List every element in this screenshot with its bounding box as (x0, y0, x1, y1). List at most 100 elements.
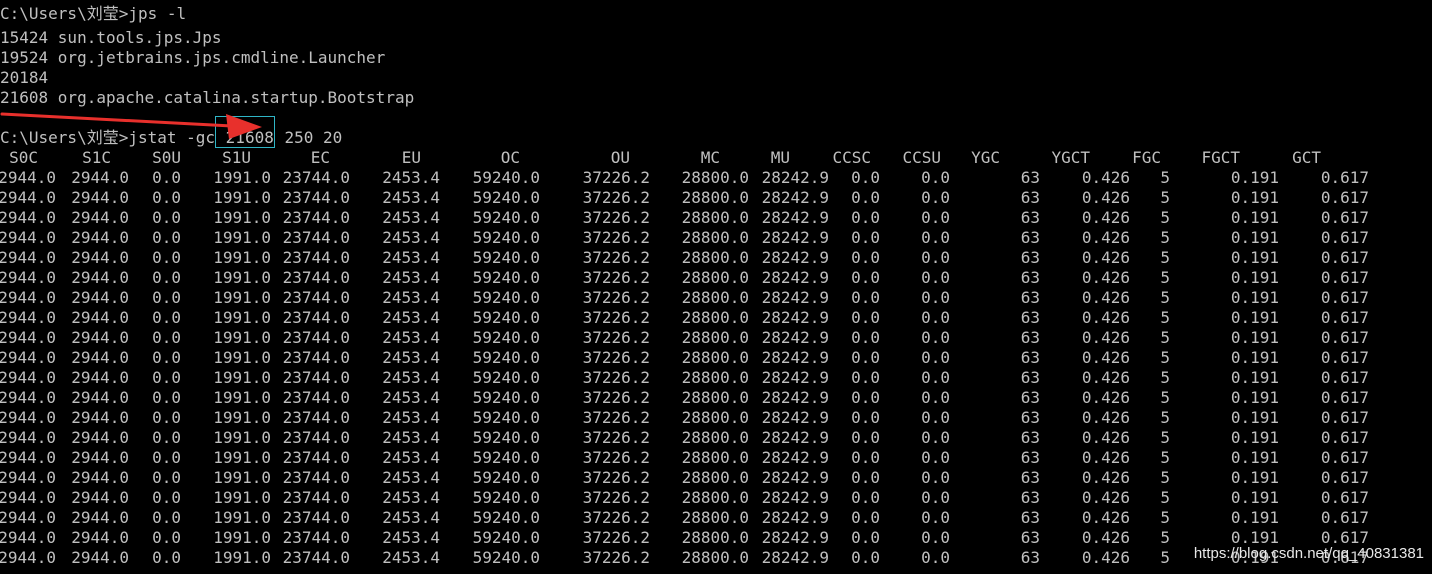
table-cell: 1991.0 (213, 308, 271, 327)
table-cell: 5 (1160, 228, 1170, 247)
table-cell: 23744.0 (282, 328, 350, 347)
table-cell: 28800.0 (681, 528, 749, 547)
table-cell: 2944.0 (71, 408, 129, 427)
table-cell: 23744.0 (282, 408, 350, 427)
table-cell: 37226.2 (582, 428, 650, 447)
table-cell: 63 (1020, 308, 1040, 327)
table-cell: 1991.0 (213, 508, 271, 527)
table-cell: 2944.0 (0, 508, 56, 527)
table-cell: 28242.9 (761, 188, 829, 207)
table-cell: 28800.0 (681, 208, 749, 227)
table-cell: 0.0 (851, 268, 880, 287)
table-cell: 0.426 (1081, 208, 1130, 227)
table-cell: 0.0 (921, 188, 950, 207)
table-cell: 2453.4 (382, 428, 440, 447)
table-cell: 0.426 (1081, 188, 1130, 207)
console-window[interactable]: C:\Users\刘莹>jps -l 15424 sun.tools.jps.J… (0, 0, 1432, 574)
table-cell: 28800.0 (681, 248, 749, 267)
table-cell: 63 (1020, 288, 1040, 307)
table-cell: 63 (1020, 328, 1040, 347)
table-cell: 5 (1160, 348, 1170, 367)
table-cell: 2944.0 (71, 308, 129, 327)
table-cell: 0.191 (1230, 368, 1279, 387)
table-cell: 28800.0 (681, 408, 749, 427)
table-cell: 0.191 (1230, 328, 1279, 347)
table-cell: 28800.0 (681, 388, 749, 407)
table-cell: 0.0 (921, 548, 950, 567)
table-cell: 59240.0 (472, 448, 540, 467)
table-cell: 0.617 (1320, 408, 1369, 427)
table-cell: 2453.4 (382, 268, 440, 287)
table-cell: 0.0 (851, 528, 880, 547)
table-cell: 2944.0 (71, 248, 129, 267)
table-cell: 59240.0 (472, 248, 540, 267)
table-cell: 59240.0 (472, 168, 540, 187)
table-cell: 37226.2 (582, 548, 650, 567)
table-cell: 37226.2 (582, 288, 650, 307)
table-cell: 1991.0 (213, 168, 271, 187)
table-cell: 2944.0 (71, 388, 129, 407)
table-cell: 2944.0 (0, 208, 56, 227)
table-cell: 28242.9 (761, 388, 829, 407)
table-cell: 0.426 (1081, 168, 1130, 187)
table-cell: 0.0 (851, 508, 880, 527)
table-cell: 0.426 (1081, 268, 1130, 287)
table-cell: 1991.0 (213, 328, 271, 347)
table-cell: 0.617 (1320, 468, 1369, 487)
table-cell: 0.0 (851, 248, 880, 267)
table-cell: 0.426 (1081, 348, 1130, 367)
table-cell: 1991.0 (213, 448, 271, 467)
table-cell: 23744.0 (282, 168, 350, 187)
table-cell: 28800.0 (681, 488, 749, 507)
column-header: GCT (1292, 148, 1321, 167)
table-cell: 0.617 (1320, 488, 1369, 507)
table-cell: 0.426 (1081, 308, 1130, 327)
table-cell: 59240.0 (472, 228, 540, 247)
table-cell: 37226.2 (582, 488, 650, 507)
table-row: 2944.0 2944.0 0.0 1991.0 23744.0 2453.4 59240.… (0, 468, 1432, 488)
table-cell: 2944.0 (0, 288, 56, 307)
table-cell: 0.191 (1230, 348, 1279, 367)
table-cell: 5 (1160, 248, 1170, 267)
column-header: CCSU (902, 148, 941, 167)
table-cell: 0.0 (152, 528, 181, 547)
table-cell: 23744.0 (282, 368, 350, 387)
table-cell: 63 (1020, 368, 1040, 387)
table-cell: 5 (1160, 448, 1170, 467)
table-cell: 2944.0 (71, 208, 129, 227)
table-cell: 1991.0 (213, 288, 271, 307)
table-cell: 2944.0 (71, 168, 129, 187)
table-cell: 59240.0 (472, 528, 540, 547)
table-cell: 0.191 (1230, 188, 1279, 207)
table-cell: 2453.4 (382, 488, 440, 507)
table-cell: 1991.0 (213, 488, 271, 507)
table-cell: 0.0 (152, 388, 181, 407)
table-cell: 0.191 (1230, 228, 1279, 247)
table-cell: 0.0 (152, 408, 181, 427)
table-cell: 23744.0 (282, 348, 350, 367)
table-cell: 37226.2 (582, 228, 650, 247)
table-cell: 59240.0 (472, 428, 540, 447)
table-cell: 28242.9 (761, 408, 829, 427)
table-cell: 63 (1020, 268, 1040, 287)
table-cell: 23744.0 (282, 208, 350, 227)
table-cell: 2944.0 (0, 248, 56, 267)
table-cell: 28242.9 (761, 548, 829, 567)
table-cell: 5 (1160, 468, 1170, 487)
table-cell: 2944.0 (71, 428, 129, 447)
table-cell: 0.191 (1230, 308, 1279, 327)
table-cell: 23744.0 (282, 388, 350, 407)
table-cell: 0.0 (921, 388, 950, 407)
table-cell: 0.0 (152, 228, 181, 247)
table-cell: 2453.4 (382, 388, 440, 407)
table-cell: 59240.0 (472, 388, 540, 407)
table-cell: 2944.0 (71, 188, 129, 207)
table-row: 2944.0 2944.0 0.0 1991.0 23744.0 2453.4 59240.… (0, 308, 1432, 328)
table-cell: 0.426 (1081, 528, 1130, 547)
table-cell: 1991.0 (213, 368, 271, 387)
table-cell: 0.426 (1081, 548, 1130, 567)
table-cell: 0.0 (851, 428, 880, 447)
table-cell: 2453.4 (382, 408, 440, 427)
table-cell: 2944.0 (0, 388, 56, 407)
table-cell: 2944.0 (71, 528, 129, 547)
